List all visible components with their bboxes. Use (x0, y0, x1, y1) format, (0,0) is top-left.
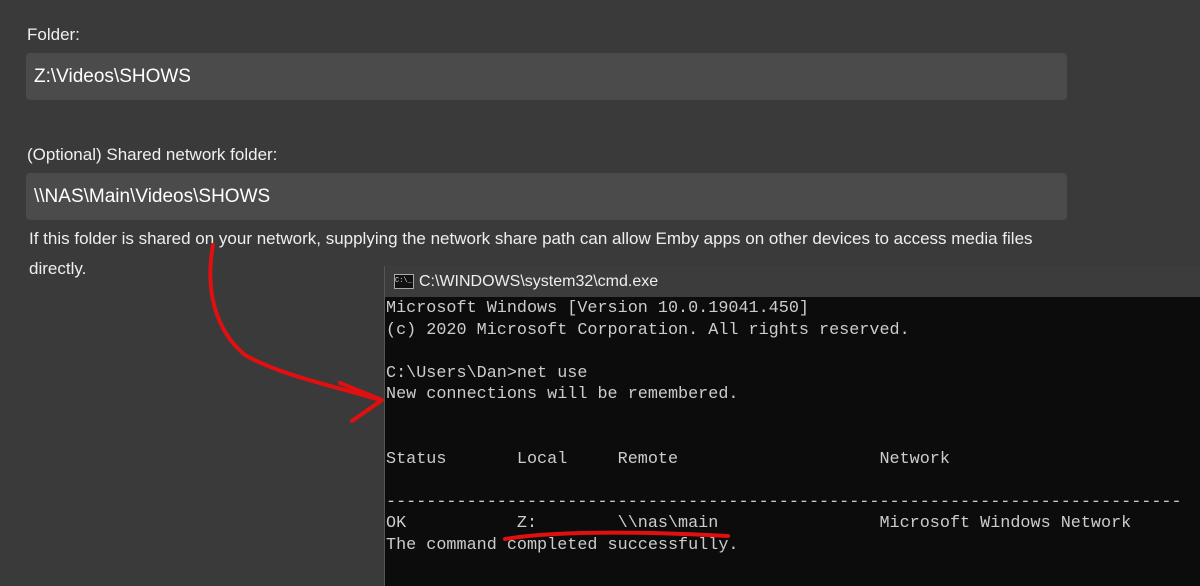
underline-annotation (503, 530, 730, 541)
arrow-annotation (208, 243, 382, 402)
red-annotations (208, 243, 730, 541)
